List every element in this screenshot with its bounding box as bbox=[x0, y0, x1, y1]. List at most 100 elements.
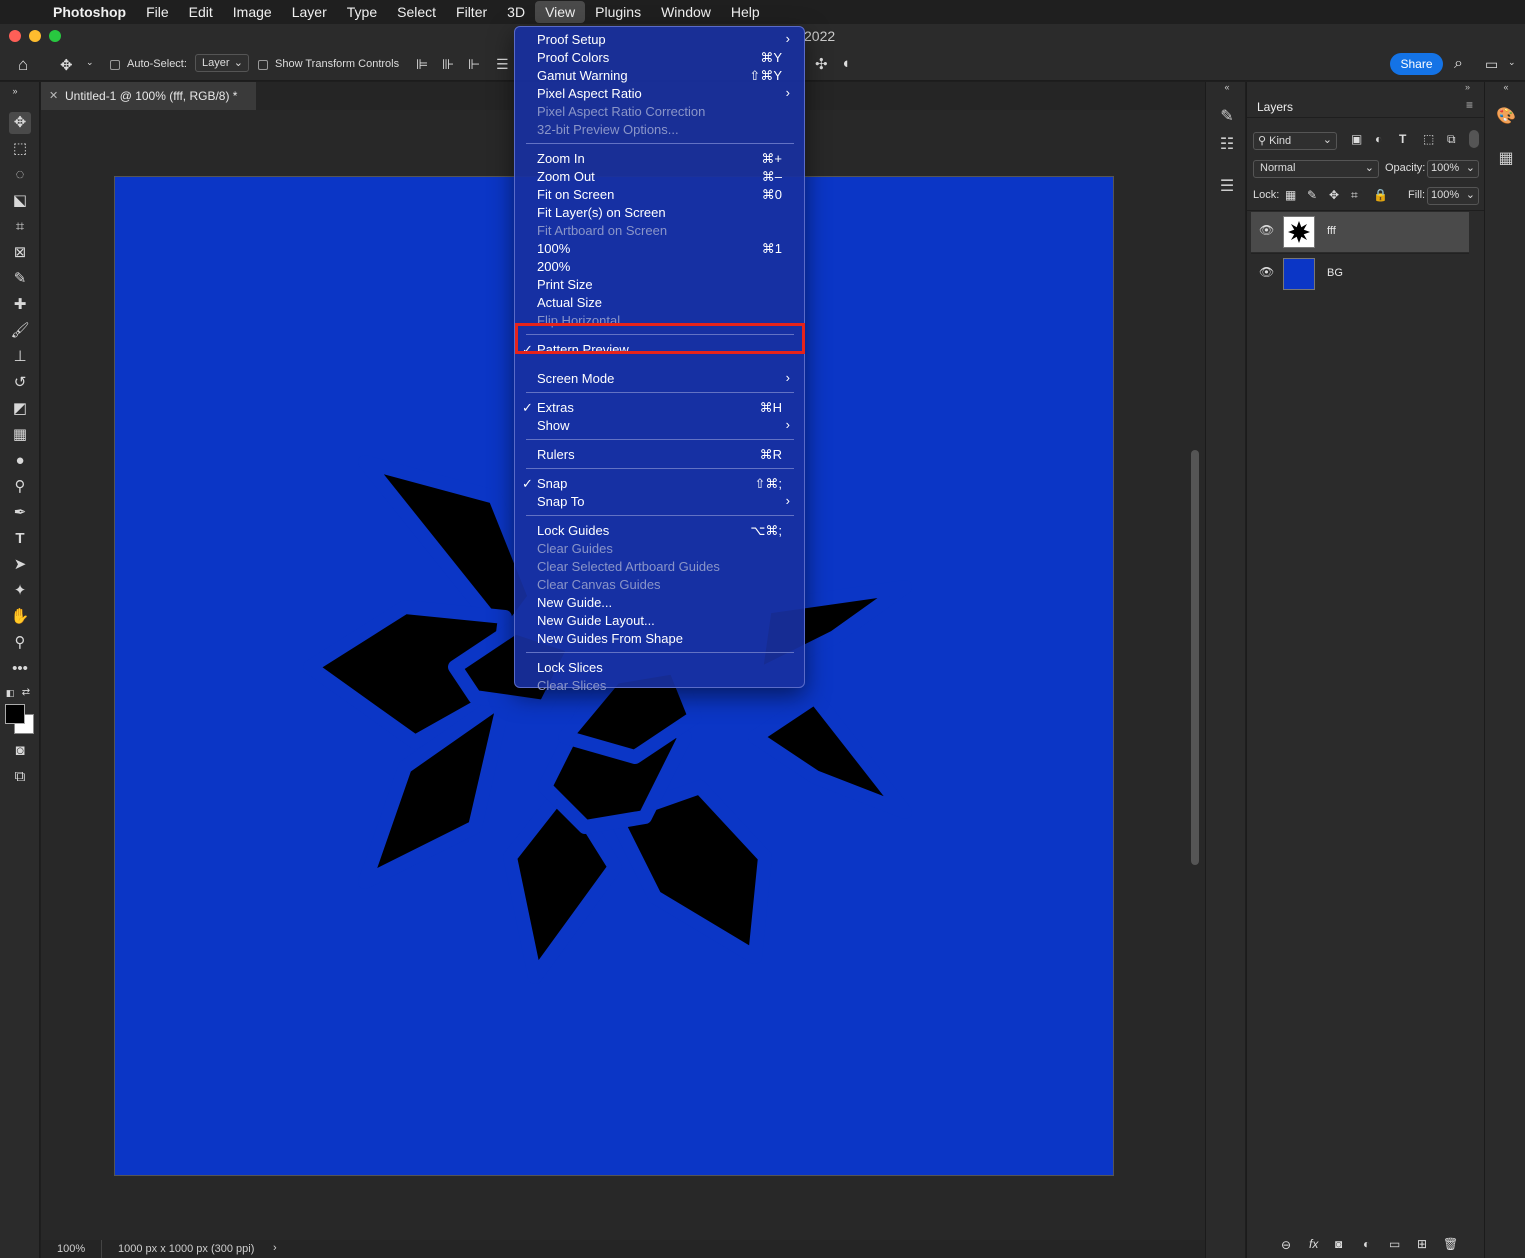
fill-input[interactable]: 100% ⌄ bbox=[1427, 187, 1479, 205]
show-transform-checkbox[interactable] bbox=[258, 60, 268, 70]
blur-tool-icon[interactable]: ● bbox=[9, 450, 31, 472]
adjustments-icon[interactable]: ☷ bbox=[1216, 134, 1238, 154]
home-icon[interactable]: ⌂ bbox=[18, 55, 28, 75]
menu-file[interactable]: File bbox=[136, 0, 179, 24]
properties-icon[interactable]: ☰ bbox=[1216, 176, 1238, 196]
folder-icon[interactable]: ▭ bbox=[1389, 1237, 1400, 1251]
menu-view[interactable]: View bbox=[535, 1, 586, 23]
layer-row[interactable]: 👁 BG bbox=[1251, 253, 1469, 293]
auto-select-dropdown[interactable]: Layer ⌄ bbox=[195, 54, 249, 72]
menu-item-actual-size[interactable]: Actual Size bbox=[515, 293, 804, 311]
lasso-tool-icon[interactable]: ◌ bbox=[9, 164, 31, 186]
menu-item-extras[interactable]: ✓ Extras ⌘H bbox=[515, 398, 804, 416]
lock-position-icon[interactable]: ✥ bbox=[1329, 188, 1339, 202]
menu-item-100[interactable]: 100% ⌘1 bbox=[515, 239, 804, 257]
link-layers-icon[interactable]: ⊖ bbox=[1281, 1238, 1291, 1252]
smart-object-filter-icon[interactable]: ⧉ bbox=[1447, 132, 1456, 147]
close-window-button[interactable] bbox=[9, 30, 21, 42]
expand-panel-icon[interactable]: » bbox=[4, 80, 26, 102]
layers-panel-title[interactable]: Layers bbox=[1257, 100, 1293, 114]
swap-colors-icon[interactable]: ⇄ bbox=[20, 682, 32, 704]
default-colors-icon[interactable]: ◧ bbox=[4, 682, 16, 704]
align-right-icon[interactable]: ⊩ bbox=[468, 56, 480, 73]
menu-item-pixel-aspect-ratio[interactable]: Pixel Aspect Ratio › bbox=[515, 84, 804, 102]
frame-tool-icon[interactable]: ⊠ bbox=[9, 242, 31, 264]
menu-select[interactable]: Select bbox=[387, 0, 446, 24]
gradient-tool-icon[interactable]: ▦ bbox=[9, 424, 31, 446]
eyedropper-tool-icon[interactable]: ✎ bbox=[9, 268, 31, 290]
dodge-tool-icon[interactable]: ⚲ bbox=[9, 476, 31, 498]
align-center-icon[interactable]: ⊪ bbox=[442, 56, 454, 73]
menu-item-new-guides-from-shape[interactable]: New Guides From Shape bbox=[515, 629, 804, 647]
lock-artboard-icon[interactable]: ⌗ bbox=[1351, 188, 1358, 203]
menu-item-zoom-out[interactable]: Zoom Out ⌘– bbox=[515, 167, 804, 185]
pixel-filter-icon[interactable]: ▣ bbox=[1351, 132, 1362, 146]
menu-item-rulers[interactable]: Rulers ⌘R bbox=[515, 445, 804, 463]
shape-tool-icon[interactable]: ✦ bbox=[9, 580, 31, 602]
filter-toggle[interactable] bbox=[1469, 130, 1479, 148]
collapse-panel-icon[interactable]: « bbox=[1495, 82, 1517, 92]
eye-icon[interactable]: 👁 bbox=[1259, 265, 1274, 279]
menu-item-new-guide[interactable]: New Guide... bbox=[515, 593, 804, 611]
menu-filter[interactable]: Filter bbox=[446, 0, 497, 24]
layer-name[interactable]: BG bbox=[1327, 267, 1343, 279]
lock-pixels-icon[interactable]: ✎ bbox=[1307, 188, 1317, 202]
auto-select-checkbox[interactable] bbox=[110, 60, 120, 70]
close-icon[interactable]: ✕ bbox=[49, 82, 58, 110]
menu-item-proof-colors[interactable]: Proof Colors ⌘Y bbox=[515, 48, 804, 66]
menu-window[interactable]: Window bbox=[651, 0, 721, 24]
menu-photoshop[interactable]: Photoshop bbox=[50, 0, 136, 24]
align-top-icon[interactable]: ☰ bbox=[496, 56, 509, 73]
menu-item-lock-guides[interactable]: Lock Guides ⌥⌘; bbox=[515, 521, 804, 539]
screen-mode-icon[interactable]: ⧉ bbox=[9, 766, 31, 788]
chevron-right-icon[interactable]: › bbox=[273, 1242, 277, 1254]
share-button[interactable]: Share bbox=[1390, 53, 1443, 75]
3d-orbit-icon[interactable]: ✣ bbox=[815, 55, 828, 73]
adjustment-layer-icon[interactable]: ◐ bbox=[1363, 1237, 1370, 1251]
menu-item-print-size[interactable]: Print Size bbox=[515, 275, 804, 293]
menu-item-snap[interactable]: ✓ Snap ⇧⌘; bbox=[515, 474, 804, 492]
chevron-down-icon[interactable]: ⌄ bbox=[86, 57, 94, 68]
panel-menu-icon[interactable]: ≡ bbox=[1466, 98, 1473, 112]
blend-mode-dropdown[interactable]: Normal ⌄ bbox=[1253, 160, 1379, 178]
eraser-tool-icon[interactable]: ◩ bbox=[9, 398, 31, 420]
object-select-tool-icon[interactable]: ⬕ bbox=[9, 190, 31, 212]
menu-item-lock-slices[interactable]: Lock Slices bbox=[515, 658, 804, 676]
menu-item-zoom-in[interactable]: Zoom In ⌘+ bbox=[515, 149, 804, 167]
adjustment-filter-icon[interactable]: ◐ bbox=[1375, 132, 1382, 146]
menu-item-fit-layer-s-on-screen[interactable]: Fit Layer(s) on Screen bbox=[515, 203, 804, 221]
type-tool-icon[interactable]: T bbox=[9, 528, 31, 550]
menu-item-show[interactable]: Show › bbox=[515, 416, 804, 434]
eye-icon[interactable]: 👁 bbox=[1259, 223, 1274, 237]
layer-row[interactable]: 👁 fff bbox=[1251, 212, 1469, 252]
more-tools-icon[interactable]: ••• bbox=[9, 658, 31, 680]
color-palette-icon[interactable]: 🎨 bbox=[1495, 106, 1517, 126]
marquee-tool-icon[interactable]: ⬚ bbox=[9, 138, 31, 160]
trash-icon[interactable]: 🗑 bbox=[1443, 1237, 1458, 1251]
menu-help[interactable]: Help bbox=[721, 0, 770, 24]
menu-item-gamut-warning[interactable]: Gamut Warning ⇧⌘Y bbox=[515, 66, 804, 84]
menu-item-fit-on-screen[interactable]: Fit on Screen ⌘0 bbox=[515, 185, 804, 203]
quick-mask-icon[interactable]: ◙ bbox=[9, 740, 31, 762]
swatches-grid-icon[interactable]: ▦ bbox=[1495, 148, 1517, 168]
search-icon[interactable]: ⌕ bbox=[1454, 55, 1463, 73]
stamp-tool-icon[interactable]: ⊥ bbox=[9, 346, 31, 368]
menu-item-screen-mode[interactable]: Screen Mode › bbox=[515, 369, 804, 387]
brush-tool-icon[interactable]: 🖌 bbox=[9, 320, 31, 342]
menu-layer[interactable]: Layer bbox=[282, 0, 337, 24]
lock-all-icon[interactable]: 🔒 bbox=[1373, 188, 1388, 202]
menu-image[interactable]: Image bbox=[223, 0, 282, 24]
pen-tool-icon[interactable]: ✒ bbox=[9, 502, 31, 524]
menu-item-200[interactable]: 200% bbox=[515, 257, 804, 275]
workspace-icon[interactable]: ▭ bbox=[1485, 56, 1498, 73]
brush-settings-icon[interactable]: ✎ bbox=[1216, 106, 1238, 126]
healing-brush-tool-icon[interactable]: ✚ bbox=[9, 294, 31, 316]
collapse-panel-icon[interactable]: « bbox=[1216, 82, 1238, 92]
zoom-window-button[interactable] bbox=[49, 30, 61, 42]
zoom-level[interactable]: 100% bbox=[57, 1243, 85, 1255]
menu-item-new-guide-layout[interactable]: New Guide Layout... bbox=[515, 611, 804, 629]
align-left-icon[interactable]: ⊫ bbox=[416, 56, 428, 73]
move-tool-icon[interactable]: ✥ bbox=[9, 112, 31, 134]
menu-type[interactable]: Type bbox=[337, 0, 387, 24]
type-filter-icon[interactable]: T bbox=[1399, 132, 1406, 146]
